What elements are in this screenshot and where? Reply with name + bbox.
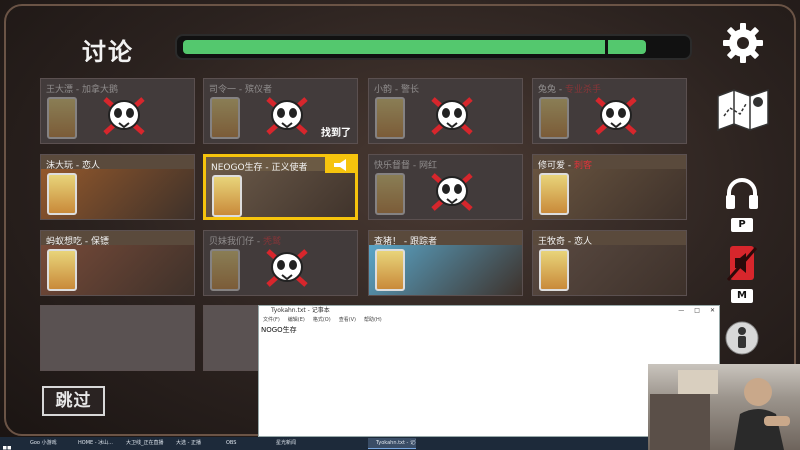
map-icon[interactable]	[714, 86, 772, 132]
player-name-role: 王牧奇 - 恋人	[538, 234, 592, 247]
notepad-content[interactable]: NOGO生存	[261, 325, 297, 335]
player-card[interactable]: 蚂蚁想吃 - 保镖	[40, 230, 195, 296]
player-role: 保镖	[91, 237, 110, 247]
notepad-menu-item[interactable]: 文件(F)	[263, 316, 280, 324]
taskbar-item[interactable]: 星光新闻	[268, 438, 314, 449]
timer-fill	[183, 40, 646, 54]
player-role: 恋人	[82, 161, 101, 171]
player-role: 跟踪者	[410, 237, 438, 247]
player-card	[203, 305, 258, 371]
player-card	[40, 305, 195, 371]
close-icon[interactable]: ✕	[710, 307, 715, 314]
player-name: 沫大玩	[46, 161, 74, 171]
name-separator: -	[565, 237, 574, 247]
discussion-timer	[175, 34, 692, 60]
player-name: 修可爱	[538, 161, 566, 171]
player-card[interactable]: 贝妹我们仔 - 秃鹫	[203, 230, 358, 296]
goose-avatar	[539, 249, 569, 291]
settings-gear-icon[interactable]	[720, 20, 766, 66]
webcam-overlay	[648, 364, 800, 450]
name-separator: -	[82, 237, 91, 247]
dead-skull-icon	[103, 97, 145, 135]
player-name-role: 查猪！ - 跟踪者	[374, 234, 437, 247]
player-card[interactable]: 沫大玩 - 恋人	[40, 154, 195, 220]
notepad-menu-item[interactable]: 编辑(E)	[288, 316, 305, 324]
notepad-title: Tyokahn.txt - 记事本	[259, 306, 719, 316]
windows-start-icon[interactable]	[3, 439, 11, 450]
player-name-role: NEOGO生存 - 正义使者	[211, 160, 308, 173]
player-card[interactable]: 小韵 - 警长	[368, 78, 523, 144]
player-role: 恋人	[574, 237, 593, 247]
window-controls: — □ ✕	[678, 307, 715, 314]
mute-key-hint: M	[731, 289, 753, 303]
dead-skull-icon	[431, 173, 473, 211]
player-name-role: 修可爱 - 刺客	[538, 158, 592, 171]
name-separator: -	[73, 161, 82, 171]
dead-skull-icon	[266, 249, 308, 287]
goose-avatar	[375, 249, 405, 291]
name-separator: -	[401, 237, 410, 247]
goose-avatar	[47, 173, 77, 215]
player-name-role: 沫大玩 - 恋人	[46, 158, 100, 171]
taskbar-item[interactable]: Tyokahn.txt - 记事本	[368, 438, 416, 449]
dead-skull-icon	[431, 97, 473, 135]
body-found-label: 找到了	[321, 128, 351, 139]
taskbar-item[interactable]: HOME - 冰山...	[70, 438, 114, 449]
player-name: 王牧奇	[538, 237, 566, 247]
player-card[interactable]: 王大漂 - 加拿大鹅	[40, 78, 195, 144]
notepad-menu: 文件(F) 编辑(E) 格式(O) 查看(V) 帮助(H)	[259, 316, 719, 324]
goose-avatar	[212, 175, 242, 217]
taskbar-item[interactable]: OBS	[218, 438, 264, 449]
player-card[interactable]: 修可爱 - 刺客	[532, 154, 687, 220]
notepad-menu-item[interactable]: 格式(O)	[313, 316, 331, 324]
goose-avatar	[539, 173, 569, 215]
player-role: 正义使者	[271, 163, 308, 173]
dead-skull-icon	[266, 97, 308, 135]
skip-vote-button[interactable]: 跳过	[42, 386, 105, 416]
headphones-icon[interactable]	[722, 176, 762, 212]
player-name: 查猪！	[374, 237, 402, 247]
player-card[interactable]: 兔兔 - 专业杀手	[532, 78, 687, 144]
player-card[interactable]: 司令一 - 殡仪者找到了	[203, 78, 358, 144]
taskbar-item[interactable]: Goo 小游戏	[22, 438, 66, 449]
taskbar-item[interactable]: 大卫线_正在直播...	[118, 438, 164, 449]
timer-tick	[605, 38, 608, 56]
player-card[interactable]: 快乐督督 - 网红	[368, 154, 523, 220]
maximize-icon[interactable]: □	[694, 307, 700, 314]
phase-title: 讨论	[82, 38, 134, 66]
minimize-icon[interactable]: —	[678, 307, 684, 314]
player-card[interactable]: 查猪！ - 跟踪者	[368, 230, 523, 296]
mute-speaker-icon[interactable]	[722, 244, 762, 284]
megaphone-badge-icon	[325, 157, 355, 173]
mic-key-hint: P	[731, 218, 753, 232]
taskbar-item[interactable]: 大选 - 正播	[168, 438, 214, 449]
notepad-menu-item[interactable]: 帮助(H)	[364, 316, 382, 324]
name-separator: -	[262, 163, 272, 173]
player-name: 蚂蚁想吃	[46, 237, 83, 247]
notepad-menu-item[interactable]: 查看(V)	[339, 316, 356, 324]
player-name: NEOGO生存	[211, 163, 263, 173]
player-card[interactable]: 王牧奇 - 恋人	[532, 230, 687, 296]
player-role: 刺客	[574, 161, 593, 171]
player-name-role: 蚂蚁想吃 - 保镖	[46, 234, 109, 247]
player-info-icon[interactable]	[724, 320, 760, 356]
dead-skull-icon	[595, 97, 637, 135]
player-card[interactable]: NEOGO生存 - 正义使者	[203, 154, 358, 220]
name-separator: -	[565, 161, 574, 171]
goose-avatar	[47, 249, 77, 291]
